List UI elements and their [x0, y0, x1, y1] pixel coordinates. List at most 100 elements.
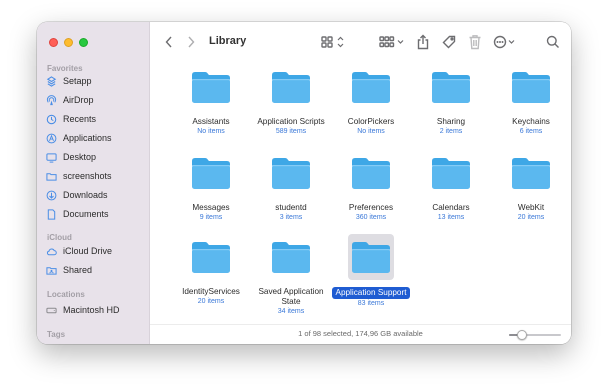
clock-icon: [45, 113, 57, 125]
folder-item[interactable]: WebKit 20 items: [491, 150, 571, 221]
folder-item[interactable]: ColorPickers No items: [331, 64, 411, 135]
sidebar-item-shared[interactable]: Shared: [45, 261, 92, 279]
group-icon: [379, 36, 404, 48]
item-count: No items: [197, 128, 225, 135]
item-count: 3 items: [279, 214, 303, 221]
folder-item[interactable]: IdentityServices 20 items: [171, 234, 251, 305]
share-icon: [417, 34, 429, 50]
item-count: 20 items: [197, 298, 225, 305]
item-count: 360 items: [355, 214, 387, 221]
folder-name: Messages: [192, 203, 230, 212]
sidebar-item-label: Recents: [63, 114, 97, 124]
window-title: Library: [209, 35, 247, 47]
forward-button[interactable]: [186, 34, 196, 50]
folder-item[interactable]: Saved Application State 34 items: [251, 234, 331, 315]
zoom-window-button[interactable]: [79, 38, 88, 47]
close-window-button[interactable]: [49, 38, 58, 47]
tags-button[interactable]: [442, 34, 456, 50]
slider-knob[interactable]: [517, 330, 527, 340]
sidebar-item-label: screenshots: [63, 171, 112, 181]
folder-icon: [188, 150, 234, 196]
desktop-icon: [45, 151, 57, 163]
item-count: No items: [357, 128, 385, 135]
trash-icon: [469, 35, 481, 50]
sidebar-item-documents[interactable]: Documents: [45, 205, 109, 223]
item-count: 2 items: [439, 128, 463, 135]
folder-icon: [508, 150, 554, 196]
folder-item[interactable]: Keychains 6 items: [491, 64, 571, 135]
folder-name: Sharing: [436, 117, 466, 126]
locations-heading: Locations: [47, 290, 85, 299]
airdrop-icon: [45, 94, 57, 106]
delete-button[interactable]: [468, 34, 482, 50]
view-mode-button[interactable]: [321, 34, 345, 50]
folder-icon: [268, 64, 314, 110]
folder-icon: [348, 64, 394, 110]
folder-icon: [508, 64, 554, 110]
folder-name: Keychains: [512, 117, 550, 126]
selection-status: 1 of 98 selected, 174,96 GB available: [298, 329, 423, 338]
sidebar-item-label: Shared: [63, 265, 93, 275]
disk-icon: [45, 304, 57, 316]
sidebar-item-label: Setapp: [63, 76, 92, 86]
sidebar-item-downloads[interactable]: Downloads: [45, 186, 108, 204]
folder-item[interactable]: Calendars 13 items: [411, 150, 491, 221]
folder-item[interactable]: Application Support 83 items: [331, 234, 411, 307]
sidebar-item-macintosh-hd[interactable]: Macintosh HD: [45, 301, 120, 319]
folder-icon: [348, 234, 394, 280]
sidebar-item-setapp[interactable]: Setapp: [45, 72, 92, 90]
item-count: 34 items: [277, 308, 305, 315]
folder-item[interactable]: Assistants No items: [171, 64, 251, 135]
folder-icon: [428, 64, 474, 110]
sidebar-item-airdrop[interactable]: AirDrop: [45, 91, 94, 109]
folder-item[interactable]: studentd 3 items: [251, 150, 331, 221]
sidebar-item-applications[interactable]: Applications: [45, 129, 112, 147]
folder-item[interactable]: Messages 9 items: [171, 150, 251, 221]
ellipsis-circle-icon: [493, 35, 515, 49]
sidebar-item-icloud-drive[interactable]: iCloud Drive: [45, 242, 112, 260]
window-controls: [49, 38, 88, 47]
folder-icon: [188, 234, 234, 280]
sidebar-item-label: iCloud Drive: [63, 246, 113, 256]
status-bar: 1 of 98 selected, 174,96 GB available: [150, 324, 571, 344]
more-actions-button[interactable]: [493, 34, 519, 50]
folder-icon: [268, 150, 314, 196]
sidebar-item-recents[interactable]: Recents: [45, 110, 96, 128]
sidebar-item-label: Downloads: [63, 190, 108, 200]
back-button[interactable]: [164, 34, 174, 50]
tag-icon: [442, 35, 456, 49]
file-grid: Assistants No items Application Scripts 589…: [150, 62, 571, 324]
folder-icon: [428, 150, 474, 196]
search-button[interactable]: [546, 34, 560, 50]
folder-item[interactable]: Sharing 2 items: [411, 64, 491, 135]
folder-name: Calendars: [432, 203, 470, 212]
sidebar-item-label: Desktop: [63, 152, 97, 162]
share-button[interactable]: [416, 34, 430, 50]
folder-name: Preferences: [348, 203, 394, 212]
folder-name: Application Support: [332, 287, 410, 299]
applications-icon: [45, 132, 57, 144]
chevron-left-icon: [165, 36, 172, 48]
folder-name: studentd: [275, 203, 307, 212]
group-button[interactable]: [379, 34, 405, 50]
icloud-heading: iCloud: [47, 233, 72, 242]
folder-name: Application Scripts: [257, 117, 325, 126]
sidebar-item-desktop[interactable]: Desktop: [45, 148, 96, 166]
sidebar-item-label: Documents: [63, 209, 109, 219]
downloads-icon: [45, 189, 57, 201]
icon-view-icon: [321, 36, 344, 48]
setapp-icon: [45, 75, 57, 87]
sidebar: Favorites Setapp AirDrop Recents Applica…: [37, 22, 150, 344]
finder-window: Favorites Setapp AirDrop Recents Applica…: [37, 22, 571, 344]
folder-icon: [45, 170, 57, 182]
tags-heading: Tags: [47, 330, 66, 339]
sidebar-item-screenshots[interactable]: screenshots: [45, 167, 112, 185]
icon-size-slider[interactable]: [509, 330, 561, 340]
folder-item[interactable]: Application Scripts 589 items: [251, 64, 331, 135]
item-count: 6 items: [519, 128, 543, 135]
item-count: 589 items: [275, 128, 307, 135]
minimize-window-button[interactable]: [64, 38, 73, 47]
folder-icon: [188, 64, 234, 110]
folder-name: ColorPickers: [347, 117, 395, 126]
folder-item[interactable]: Preferences 360 items: [331, 150, 411, 221]
